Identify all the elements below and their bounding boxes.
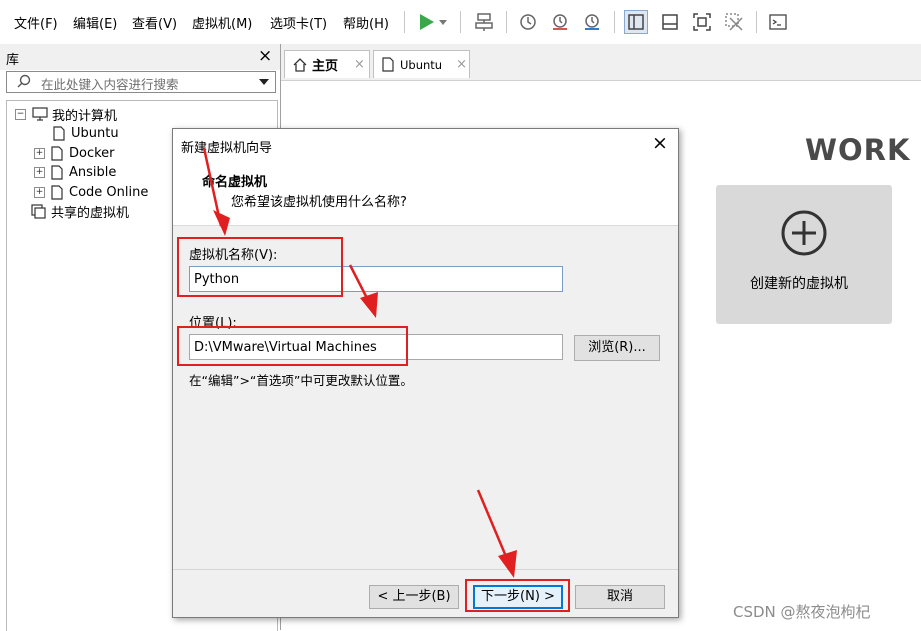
watermark: CSDN @熬夜泡枸杞 [733,603,871,621]
annotation-arrows [202,147,517,578]
